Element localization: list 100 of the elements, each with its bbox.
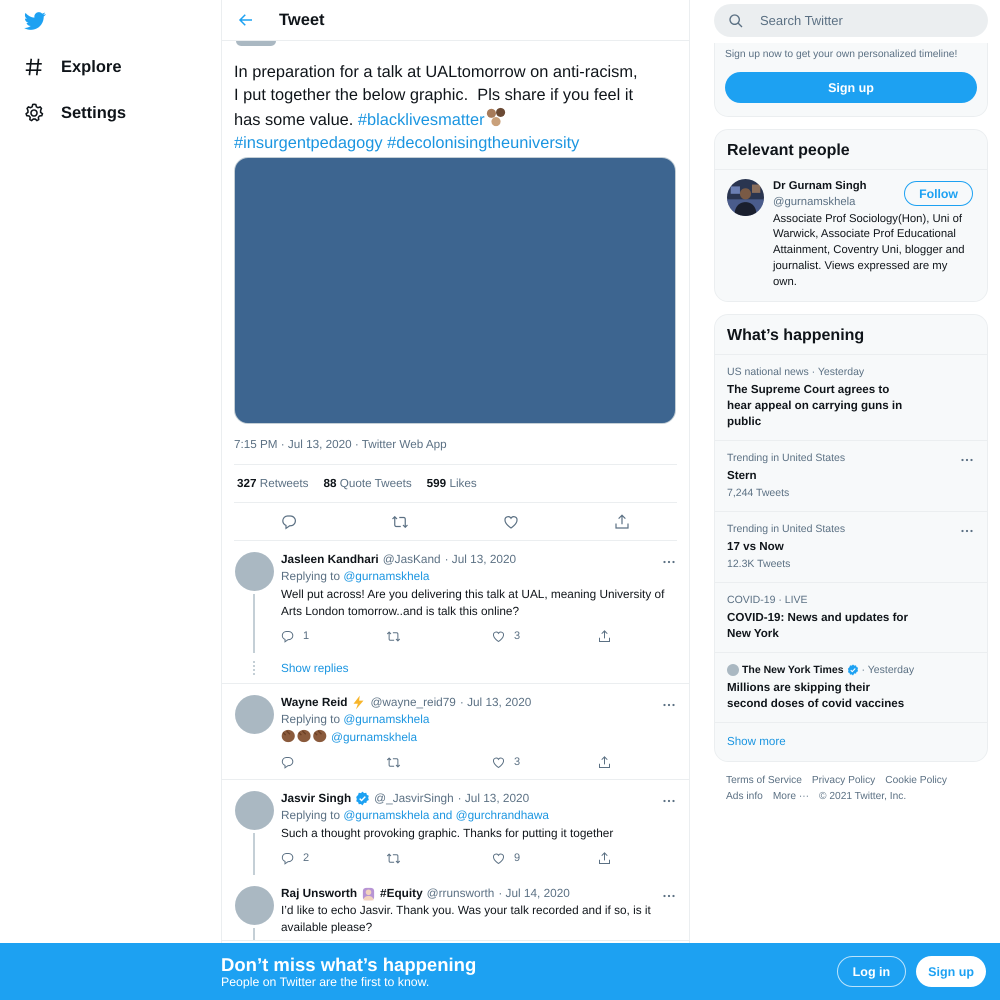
more-icon[interactable] [663, 560, 675, 564]
user-handle[interactable]: @JasKand [382, 550, 441, 568]
user-name[interactable]: Jasvir Singh [281, 790, 352, 806]
name-tag: #Equity [380, 884, 423, 902]
user-name[interactable]: Wayne Reid [281, 694, 348, 710]
trend-title[interactable]: 17 vs Now [727, 538, 912, 555]
card-title: What’s happening [715, 314, 987, 355]
user-handle[interactable]: @_JasvirSingh [374, 790, 454, 806]
mention-link[interactable]: @gurnamskhela and @gurchrandhawa [343, 808, 549, 822]
login-button[interactable]: Log in [836, 956, 906, 987]
source-avatar [727, 664, 739, 676]
trend-title[interactable]: Millions are skipping their second doses of covid vaccines [727, 680, 912, 712]
signup-button[interactable]: Sign up [725, 72, 977, 103]
person-handle[interactable]: @gurnamskhela [773, 194, 867, 211]
tweet-count: 7,244 Tweets [727, 486, 790, 501]
more-icon[interactable] [961, 528, 973, 533]
show-more-link[interactable]: Show more [715, 722, 987, 761]
more-icon[interactable] [663, 703, 675, 707]
person-name[interactable]: Dr Gurnam Singh [773, 179, 867, 195]
share-icon[interactable] [596, 754, 612, 770]
bird-logo-icon[interactable] [24, 10, 46, 32]
user-handle[interactable]: @rrunsworth [426, 884, 494, 902]
figure-emoji-icon [361, 886, 376, 900]
page-title: Tweet [279, 10, 325, 30]
replying-label: Replying to [281, 808, 340, 822]
search-field[interactable]: Search Twitter [714, 4, 988, 37]
more-icon[interactable] [663, 799, 675, 803]
reply-count: 2 [303, 850, 310, 866]
hashtag-link[interactable]: #decolonisingtheuniversity [387, 134, 580, 152]
mention-link[interactable]: @gurnamskhela [343, 712, 430, 726]
footer-link[interactable]: More ··· [772, 790, 810, 804]
like-icon[interactable] [491, 850, 506, 866]
footer-link[interactable]: Privacy Policy [812, 774, 876, 788]
reply-count: 1 [303, 628, 310, 644]
banner-title: Don’t miss what’s happening [221, 954, 478, 975]
reply-icon[interactable] [280, 512, 298, 530]
reply-date[interactable]: · Jul 13, 2020 [444, 550, 516, 568]
like-count: 3 [514, 754, 520, 770]
signup-text: Sign up now to get your own personalized timeline! [725, 49, 958, 60]
reply-date[interactable]: · Jul 13, 2020 [460, 694, 532, 710]
stat-link[interactable]: 88 Quote Tweets [324, 477, 412, 490]
more-icon[interactable] [663, 894, 675, 898]
trend-context: COVID-19 · LIVE [727, 592, 808, 608]
stat-link[interactable]: 327 Retweets [237, 477, 308, 490]
tweet-count: 12.3K Tweets [727, 556, 792, 572]
hashtag-link[interactable]: #insurgentpedagogy [234, 134, 383, 152]
reply-date[interactable]: · Jul 14, 2020 [498, 884, 570, 902]
lightning-icon [351, 694, 366, 710]
footer-link[interactable]: Terms of Service [726, 774, 802, 788]
like-icon[interactable] [491, 628, 506, 644]
footer-link[interactable]: Cookie Policy [885, 774, 947, 788]
trend-context: · Yesterday [862, 662, 914, 678]
like-count: 9 [514, 850, 520, 866]
reply-icon[interactable] [280, 754, 295, 770]
copyright-text: © 2021 Twitter, Inc. [819, 790, 906, 804]
settings-icon [23, 102, 45, 124]
reply-icon[interactable] [280, 628, 295, 644]
search-icon [728, 12, 744, 28]
tweet-timestamp: 7:15 PM · Jul 13, 2020 · Twitter Web App [234, 438, 447, 451]
hashtag-link[interactable]: #blacklivesmatter [358, 111, 485, 129]
retweet-icon[interactable] [386, 754, 400, 770]
signup-button[interactable]: Sign up [916, 956, 986, 987]
trend-context: US national news · Yesterday [727, 364, 864, 380]
trend-context: Trending in United States [727, 522, 846, 537]
trend-title[interactable]: Stern [727, 468, 912, 484]
reply-text: I’d like to echo Jasvir. Thank you. Was your talk recorded and if so, is it available please? [281, 902, 652, 936]
hash-icon [23, 56, 45, 78]
footer-link[interactable]: Ads info [726, 790, 763, 804]
replying-label: Replying to [281, 569, 340, 583]
search-input[interactable]: Search Twitter [758, 12, 962, 29]
verified-badge-icon [355, 790, 370, 806]
trend-title[interactable]: The Supreme Court agrees to hear appeal on carrying guns in public [727, 382, 912, 430]
share-icon[interactable] [596, 628, 612, 644]
banner-subtitle: People on Twitter are the first to know. [221, 975, 430, 989]
user-name[interactable]: Jasleen Kandhari [281, 550, 379, 568]
retweet-icon[interactable] [386, 850, 400, 866]
show-replies-link[interactable]: Show replies [281, 661, 349, 675]
trend-context: Trending in United States [727, 450, 846, 466]
nav-item[interactable]: Explore [61, 58, 122, 76]
person-bio: Associate Prof Sociology(Hon), Uni of Warwick, Associate Prof Educational Attainment, Coventry Uni, blogger and journalist. Views expressed are my own. [773, 212, 966, 290]
trend-title[interactable]: COVID-19: News and updates for New York [727, 610, 912, 642]
user-handle[interactable]: @wayne_reid79 [370, 694, 456, 710]
replying-label: Replying to [281, 712, 340, 726]
user-name[interactable]: Raj Unsworth [281, 884, 358, 902]
retweet-icon[interactable] [386, 628, 400, 644]
mention-link[interactable]: @gurnamskhela [331, 730, 418, 744]
more-icon[interactable] [961, 458, 973, 462]
reply-icon[interactable] [280, 850, 295, 866]
like-count: 3 [514, 628, 520, 644]
reply-text: Well put across! Are you delivering this talk at UAL, meaning University of Arts London tomorrow..and is talk this online? [281, 586, 666, 620]
like-icon[interactable] [491, 754, 506, 770]
share-icon[interactable] [596, 850, 612, 866]
follow-button[interactable]: Follow [904, 181, 973, 206]
share-icon[interactable] [612, 512, 631, 530]
nav-item[interactable]: Settings [61, 104, 126, 122]
mention-link[interactable]: @gurnamskhela [343, 569, 430, 583]
reply-date[interactable]: · Jul 13, 2020 [458, 790, 530, 806]
verified-badge-icon [846, 664, 859, 676]
source-name: The New York Times [742, 662, 844, 678]
stat-link[interactable]: 599 Likes [426, 477, 477, 490]
